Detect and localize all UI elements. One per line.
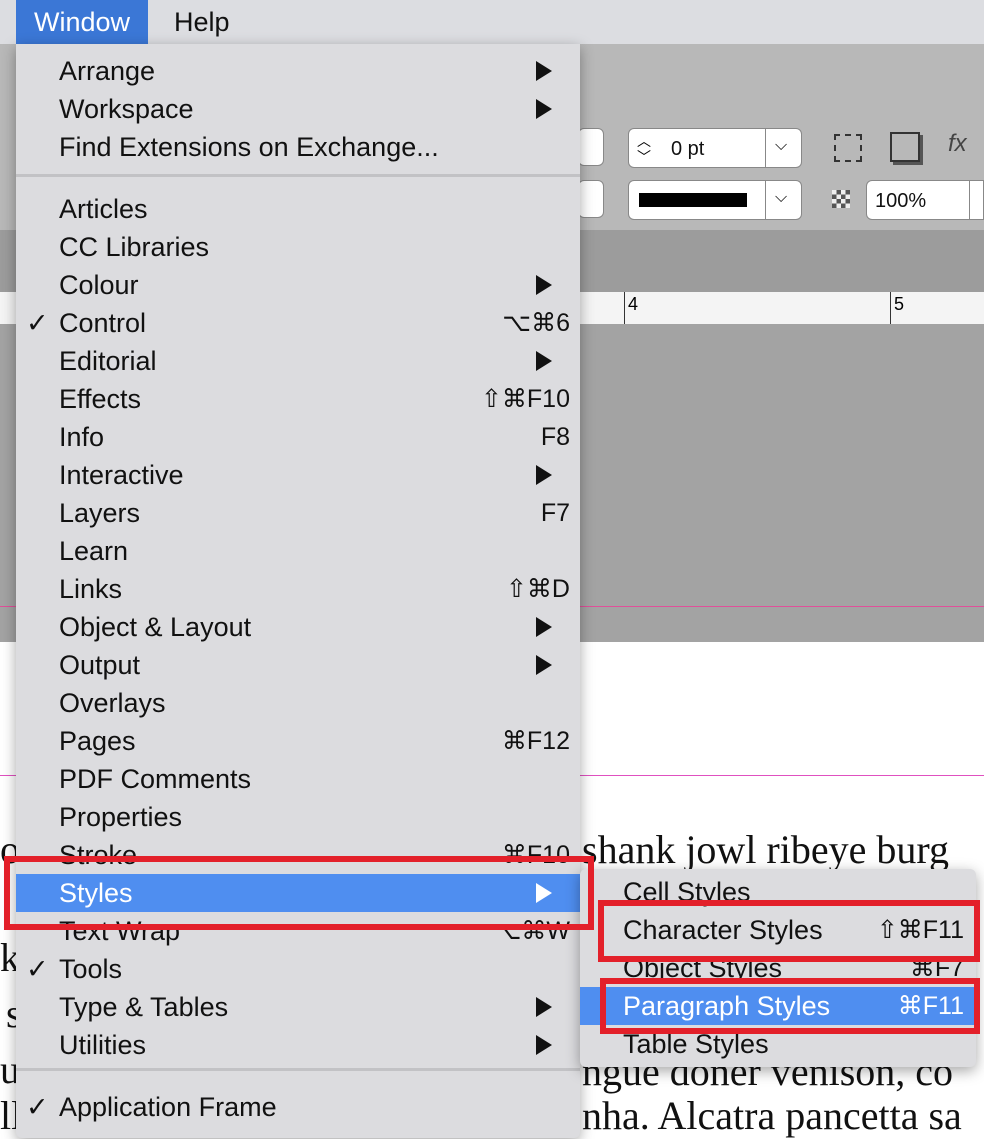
annotation-box-styles: [4, 856, 594, 930]
menu-item-label: CC Libraries: [59, 232, 210, 262]
menu-item-application-frame[interactable]: ✓ Application Frame: [16, 1088, 580, 1126]
opacity-field[interactable]: 100%: [866, 180, 984, 220]
menu-item-links[interactable]: Links ⇧⌘D: [16, 570, 580, 608]
menu-item-label: Editorial: [59, 346, 157, 376]
menu-item-label: Workspace: [59, 94, 194, 124]
menu-item-properties[interactable]: Properties: [16, 798, 580, 836]
body-text-line: shank jowl ribeye burg: [582, 827, 949, 872]
menu-item-control[interactable]: ✓ Control ⌥⌘6: [16, 304, 580, 342]
menu-item-label: Learn: [59, 536, 129, 566]
body-text-line: nha. Alcatra pancetta sa: [582, 1093, 962, 1138]
shortcut-label: ⌘F12: [501, 727, 570, 755]
menu-item-label: Layers: [59, 498, 141, 528]
menu-item-label: Utilities: [59, 1030, 147, 1060]
submenu-arrow-icon: [536, 617, 552, 637]
menu-item-label: PDF Comments: [59, 764, 252, 794]
menu-item-label: Type & Tables: [59, 992, 229, 1022]
frame-icon[interactable]: [834, 134, 862, 162]
menu-item-label: Interactive: [59, 460, 184, 490]
menu-item-arrange[interactable]: Arrange: [16, 52, 580, 90]
submenu-arrow-icon: [536, 99, 552, 119]
styles-submenu: Cell Styles Character Styles ⇧⌘F11 Object S…: [580, 869, 976, 1067]
menu-item-label: Object & Layout: [59, 612, 252, 642]
menu-item-info[interactable]: Info F8: [16, 418, 580, 456]
menu-item-label: Overlays: [59, 688, 166, 718]
shortcut-label: ⇧⌘D: [505, 575, 570, 603]
menu-item-type-and-tables[interactable]: Type & Tables: [16, 988, 580, 1026]
menu-item-overlays[interactable]: Overlays: [16, 684, 580, 722]
stroke-weight-value: 0 pt: [671, 138, 705, 160]
submenu-arrow-icon: [536, 465, 552, 485]
checkmark-icon: ✓: [26, 308, 49, 338]
submenu-arrow-icon: [536, 1035, 552, 1055]
menu-item-pages[interactable]: Pages ⌘F12: [16, 722, 580, 760]
menu-item-label: Control: [59, 308, 147, 338]
shortcut-label: F7: [540, 499, 570, 527]
checkmark-icon: ✓: [26, 1092, 49, 1122]
menubar: Window Help: [0, 0, 984, 44]
annotation-box-character-styles: [598, 900, 980, 962]
menu-item-cc-libraries[interactable]: CC Libraries: [16, 228, 580, 266]
menu-item-interactive[interactable]: Interactive: [16, 456, 580, 494]
ruler-mark-4: 4: [628, 294, 639, 314]
stroke-type-field[interactable]: ⌵: [628, 180, 802, 220]
window-menu: Arrange Workspace Find Extensions on Excha…: [16, 44, 580, 1138]
menu-window[interactable]: Window: [16, 0, 149, 44]
menu-item-label: Arrange: [59, 56, 156, 86]
drop-shadow-icon[interactable]: [890, 132, 920, 162]
submenu-arrow-icon: [536, 61, 552, 81]
menu-item-label: Articles: [59, 194, 148, 224]
menu-item-label: Info: [59, 422, 105, 452]
menu-item-label: Properties: [59, 802, 183, 832]
menu-item-find-extensions-on-exchange[interactable]: Find Extensions on Exchange...: [16, 128, 580, 166]
shortcut-label: F8: [540, 423, 570, 451]
menu-item-object-and-layout[interactable]: Object & Layout: [16, 608, 580, 646]
submenu-arrow-icon: [536, 351, 552, 371]
shortcut-label: ⇧⌘F10: [480, 385, 570, 413]
ruler-mark-5: 5: [894, 294, 905, 314]
menu-item-label: Find Extensions on Exchange...: [59, 132, 439, 162]
menu-item-effects[interactable]: Effects ⇧⌘F10: [16, 380, 580, 418]
menu-item-tools[interactable]: ✓ Tools: [16, 950, 580, 988]
submenu-arrow-icon: [536, 275, 552, 295]
menu-item-label: Tools: [59, 954, 123, 984]
menu-item-label: Output: [59, 650, 141, 680]
submenu-arrow-icon: [536, 997, 552, 1017]
dropdown-icon[interactable]: ⌵: [775, 189, 787, 207]
opacity-icon: [832, 190, 850, 208]
stepper-right-1[interactable]: [578, 128, 604, 166]
submenu-arrow-icon: [536, 655, 552, 675]
menu-item-colour[interactable]: Colour: [16, 266, 580, 304]
stroke-weight-field[interactable]: ︿ ﹀ 0 pt ⌵: [628, 128, 802, 168]
chevron-down-icon[interactable]: ﹀: [637, 147, 651, 167]
menu-item-output[interactable]: Output: [16, 646, 580, 684]
menu-item-editorial[interactable]: Editorial: [16, 342, 580, 380]
dropdown-icon[interactable]: ⌵: [775, 137, 787, 155]
shortcut-label: ⌥⌘6: [502, 309, 570, 337]
menu-item-learn[interactable]: Learn: [16, 532, 580, 570]
annotation-box-paragraph-styles: [600, 978, 980, 1034]
menu-item-articles[interactable]: Articles: [16, 190, 580, 228]
menu-item-workspace[interactable]: Workspace: [16, 90, 580, 128]
menu-item-label: Colour: [59, 270, 139, 300]
menu-item-label: Effects: [59, 384, 142, 414]
menu-item-utilities[interactable]: Utilities: [16, 1026, 580, 1064]
menu-item-pdf-comments[interactable]: PDF Comments: [16, 760, 580, 798]
menu-item-layers[interactable]: Layers F7: [16, 494, 580, 532]
menu-separator: [16, 174, 580, 177]
menu-help[interactable]: Help: [156, 0, 248, 44]
opacity-value: 100%: [875, 190, 927, 212]
stroke-swatch: [639, 193, 747, 207]
menu-item-label: Application Frame: [59, 1092, 277, 1122]
menu-separator: [16, 1068, 580, 1071]
menu-item-label: Links: [59, 574, 123, 604]
checkmark-icon: ✓: [26, 954, 49, 984]
fx-icon[interactable]: fx: [948, 130, 967, 158]
stepper-right-2[interactable]: [578, 180, 604, 218]
menu-item-label: Pages: [59, 726, 136, 756]
